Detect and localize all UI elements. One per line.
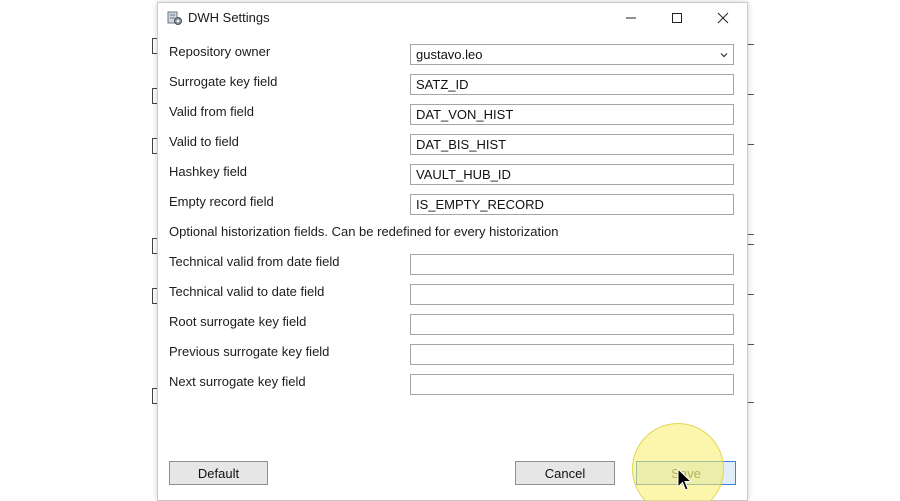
- technical-valid-from-input[interactable]: [410, 254, 734, 275]
- surrogate-key-field-label: Surrogate key field: [169, 74, 278, 89]
- settings-gear-icon: [167, 10, 183, 26]
- repository-owner-value: gustavo.leo: [416, 47, 483, 62]
- dwh-settings-dialog: DWH Settings Repository owner gustavo.le…: [157, 2, 748, 501]
- valid-from-field-input[interactable]: DAT_VON_HIST: [410, 104, 734, 125]
- valid-to-field-label: Valid to field: [169, 134, 239, 149]
- close-icon: [717, 12, 729, 24]
- root-surrogate-key-label: Root surrogate key field: [169, 314, 307, 329]
- previous-surrogate-key-input[interactable]: [410, 344, 734, 365]
- chevron-down-icon: [720, 52, 728, 57]
- valid-from-field-label: Valid from field: [169, 104, 255, 119]
- title-bar[interactable]: DWH Settings: [158, 3, 747, 33]
- root-surrogate-key-input[interactable]: [410, 314, 734, 335]
- next-surrogate-key-input[interactable]: [410, 374, 734, 395]
- screen: DWH Settings Repository owner gustavo.le…: [0, 0, 900, 501]
- maximize-button[interactable]: [654, 3, 700, 33]
- repository-owner-select[interactable]: gustavo.leo: [410, 44, 734, 65]
- cancel-button[interactable]: Cancel: [515, 461, 615, 485]
- default-button[interactable]: Default: [169, 461, 268, 485]
- save-button[interactable]: Save: [636, 461, 736, 485]
- empty-record-field-label: Empty record field: [169, 194, 274, 209]
- surrogate-key-field-input[interactable]: SATZ_ID: [410, 74, 734, 95]
- optional-fields-note: Optional historization fields. Can be re…: [169, 224, 559, 239]
- previous-surrogate-key-label: Previous surrogate key field: [169, 344, 330, 359]
- technical-valid-from-label: Technical valid from date field: [169, 254, 340, 269]
- next-surrogate-key-label: Next surrogate key field: [169, 374, 306, 389]
- technical-valid-to-input[interactable]: [410, 284, 734, 305]
- minimize-button[interactable]: [608, 3, 654, 33]
- technical-valid-to-label: Technical valid to date field: [169, 284, 325, 299]
- hashkey-field-input[interactable]: VAULT_HUB_ID: [410, 164, 734, 185]
- empty-record-field-input[interactable]: IS_EMPTY_RECORD: [410, 194, 734, 215]
- dialog-title: DWH Settings: [188, 10, 270, 25]
- hashkey-field-label: Hashkey field: [169, 164, 248, 179]
- repository-owner-label: Repository owner: [169, 44, 271, 59]
- close-button[interactable]: [700, 3, 746, 33]
- valid-to-field-input[interactable]: DAT_BIS_HIST: [410, 134, 734, 155]
- minimize-icon: [626, 17, 636, 19]
- maximize-icon: [672, 13, 682, 23]
